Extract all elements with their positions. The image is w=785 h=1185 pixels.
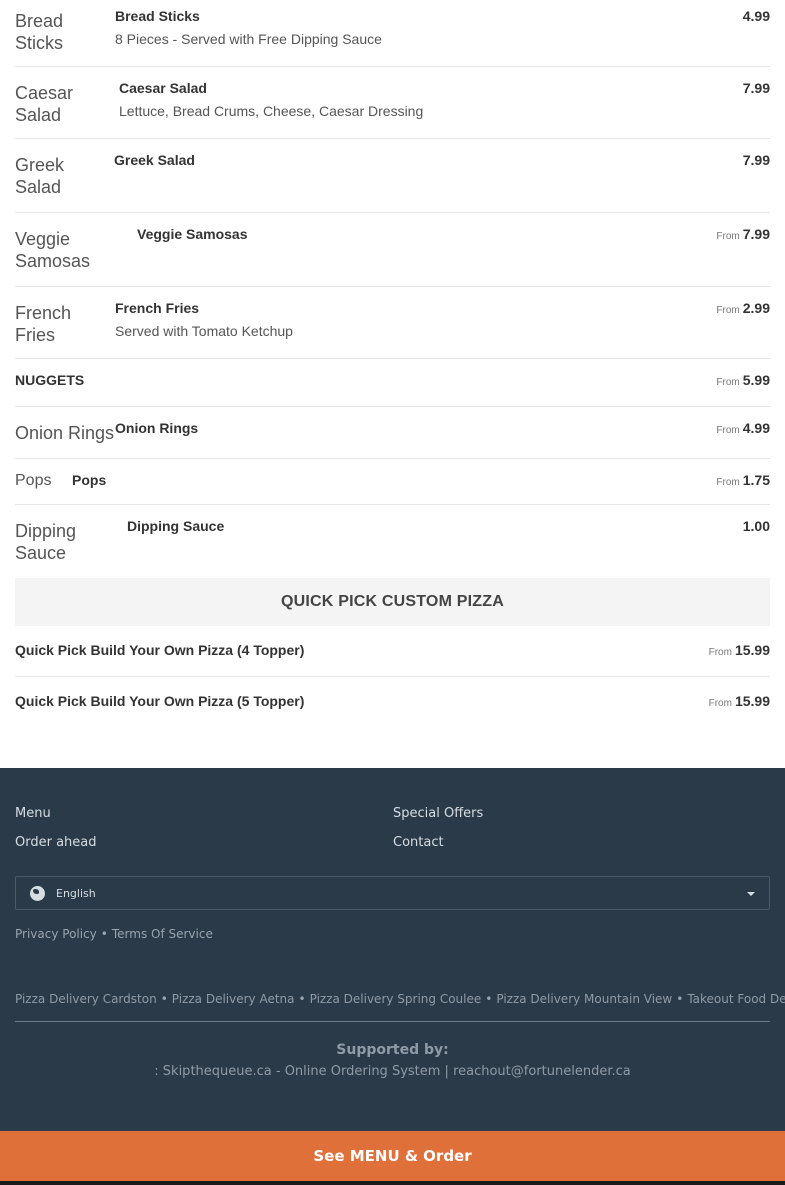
language-value: English	[56, 886, 96, 900]
category-header: QUICK PICK CUSTOM PIZZA	[15, 578, 770, 626]
item-price-box: 4.99	[740, 7, 770, 28]
item-description: Lettuce, Bread Crums, Cheese, Caesar Dre…	[119, 103, 424, 119]
menu-item[interactable]: Dipping Sauce Dipping Sauce 1.00	[15, 505, 770, 578]
from-label: From	[708, 698, 732, 709]
item-price: 7.99	[742, 152, 770, 168]
item-price-box: From 2.99	[716, 299, 770, 320]
quick-pick-item[interactable]: Quick Pick Build Your Own Pizza (4 Toppe…	[15, 626, 770, 677]
powered-by-text[interactable]: : Skipthequeue.ca - Online Ordering Syst…	[0, 1064, 785, 1079]
from-label: From	[716, 305, 740, 316]
item-price-box: From 1.75	[716, 471, 770, 492]
item-price: 7.99	[742, 226, 770, 242]
menu-item[interactable]: Pops Pops From 1.75	[15, 459, 770, 505]
from-label: From	[708, 647, 732, 658]
item-price: 15.99	[734, 693, 770, 709]
item-price-box: From 4.99	[716, 419, 770, 440]
item-price-box: From 15.99	[709, 692, 770, 713]
city-links: Pizza Delivery Cardston • Pizza Delivery A…	[15, 992, 785, 1022]
item-price: 4.99	[742, 8, 770, 24]
item-name: Dipping Sauce	[127, 518, 225, 534]
menu-item[interactable]: Caesar Salad Caesar Salad Lettuce, Bread…	[15, 67, 770, 139]
item-price-box: 7.99	[740, 79, 770, 100]
item-price-box: 1.00	[740, 517, 770, 538]
item-image: Onion Rings	[15, 423, 115, 443]
item-name: NUGGETS	[15, 372, 85, 388]
item-name: Veggie Samosas	[137, 226, 248, 242]
chevron-down-icon	[747, 892, 755, 896]
item-name: Bread Sticks	[115, 8, 200, 24]
item-name: Caesar Salad	[119, 80, 207, 96]
site-footer: Menu Special Offers Order ahead Contact …	[0, 768, 785, 1131]
item-image: Veggie Samosas	[15, 229, 91, 271]
item-name: Quick Pick Build Your Own Pizza (5 Toppe…	[15, 693, 305, 709]
menu-item[interactable]: Veggie Samosas Veggie Samosas From 7.99	[15, 213, 770, 287]
item-price-box: From 5.99	[716, 371, 770, 392]
item-price: 1.75	[742, 472, 770, 488]
language-select[interactable]: English	[15, 876, 770, 910]
quick-pick-item[interactable]: Quick Pick Build Your Own Pizza (5 Toppe…	[15, 677, 770, 727]
city-link[interactable]: Pizza Delivery Cardston	[15, 992, 157, 1006]
globe-icon	[30, 885, 45, 901]
item-image: Dipping Sauce	[15, 521, 77, 563]
item-price-box: 7.99	[740, 151, 770, 172]
item-description: Served with Tomato Ketchup	[115, 323, 293, 339]
from-label: From	[716, 377, 740, 388]
item-name: Greek Salad	[114, 152, 195, 168]
policy-links: Privacy Policy • Terms Of Service	[15, 927, 213, 941]
from-label: From	[716, 231, 740, 242]
item-image: French Fries	[15, 303, 72, 345]
privacy-policy-link[interactable]: Privacy Policy	[15, 927, 97, 941]
item-name: Pops	[72, 472, 107, 488]
menu-list: Bread Sticks Bread Sticks 8 Pieces - Ser…	[0, 0, 785, 727]
item-price-box: From 15.99	[709, 641, 770, 662]
item-price-box: From 7.99	[716, 225, 770, 246]
supported-by-label: Supported by:	[336, 1042, 449, 1058]
menu-item[interactable]: Bread Sticks Bread Sticks 8 Pieces - Ser…	[15, 0, 770, 67]
item-image: Pops	[15, 472, 52, 489]
item-price: 15.99	[734, 642, 770, 658]
from-label: From	[716, 477, 740, 488]
footer-link-order-ahead[interactable]: Order ahead	[15, 835, 393, 850]
see-menu-order-button[interactable]: See MENU & Order	[0, 1131, 785, 1181]
item-name: Quick Pick Build Your Own Pizza (4 Toppe…	[15, 642, 305, 658]
footer-link-contact[interactable]: Contact	[393, 835, 770, 850]
item-price: 5.99	[742, 372, 770, 388]
city-link[interactable]: Pizza Delivery Spring Coulee	[310, 992, 482, 1006]
item-image: Greek Salad	[15, 155, 65, 197]
item-image: Caesar Salad	[15, 83, 74, 125]
menu-item[interactable]: Onion Rings Onion Rings From 4.99	[15, 407, 770, 459]
footer-nav: Menu Special Offers Order ahead Contact	[0, 768, 785, 850]
menu-item[interactable]: Greek Salad Greek Salad 7.99	[15, 139, 770, 213]
terms-link[interactable]: Terms Of Service	[112, 927, 213, 941]
city-link[interactable]: Pizza Delivery Mountain View	[496, 992, 672, 1006]
footer-link-menu[interactable]: Menu	[15, 806, 393, 821]
item-price: 7.99	[742, 80, 770, 96]
footer-link-special-offers[interactable]: Special Offers	[393, 806, 770, 821]
from-label: From	[716, 425, 740, 436]
item-price: 2.99	[742, 300, 770, 316]
bottom-strip	[0, 1181, 785, 1185]
item-price: 4.99	[742, 420, 770, 436]
city-link[interactable]: Takeout Food Delivery	[687, 992, 785, 1006]
city-link[interactable]: Pizza Delivery Aetna	[172, 992, 295, 1006]
item-description: 8 Pieces - Served with Free Dipping Sauc…	[115, 31, 382, 47]
item-image: Bread Sticks	[15, 11, 64, 53]
item-name: French Fries	[115, 300, 200, 316]
item-name: Onion Rings	[115, 420, 199, 436]
menu-item[interactable]: NUGGETS From 5.99	[15, 359, 770, 407]
item-price: 1.00	[742, 518, 770, 534]
menu-item[interactable]: French Fries French Fries Served with To…	[15, 287, 770, 359]
